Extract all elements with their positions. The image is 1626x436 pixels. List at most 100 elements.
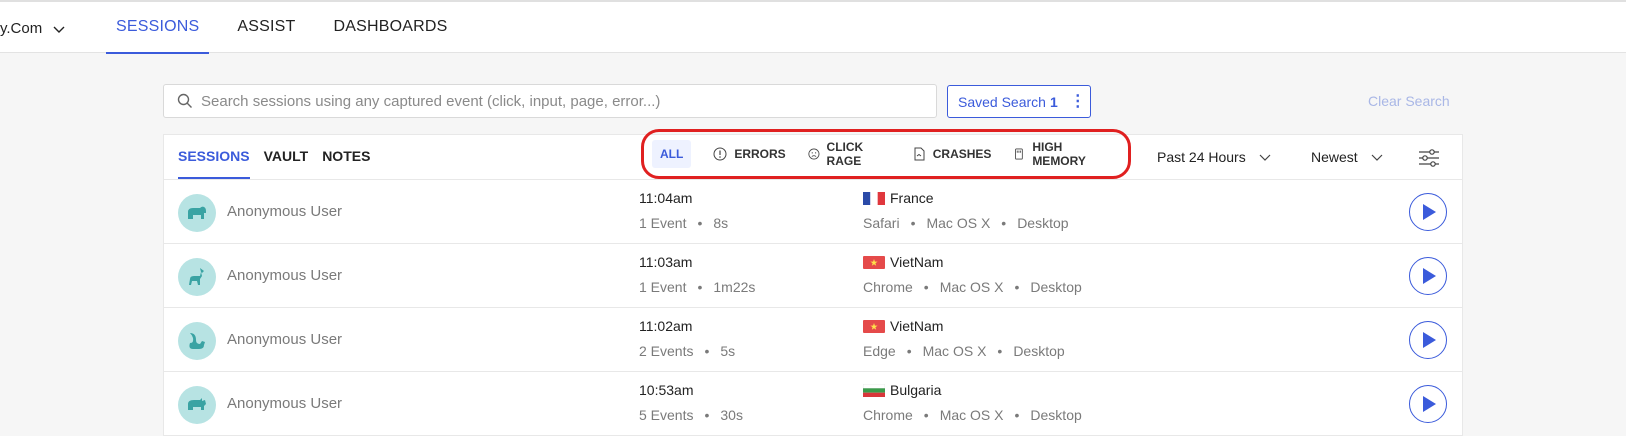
play-button[interactable] [1409,321,1447,359]
session-duration: 30s [720,407,743,423]
country-name: VietNam [890,254,944,270]
time-range-dropdown[interactable]: Past 24 Hours [1157,149,1272,165]
top-bar: y.Com SESSIONS ASSIST DASHBOARDS [0,0,1626,54]
user-name: Anonymous User [227,331,343,348]
vietnam-flag-icon [863,255,885,269]
play-icon [1423,332,1436,348]
browser: Safari [863,215,900,231]
frown-face-icon [808,148,820,160]
project-name: y.Com [0,20,43,37]
sort-dropdown[interactable]: Newest [1311,149,1384,165]
country-name: France [890,190,934,206]
filter-errors[interactable]: ERRORS [713,140,786,168]
device: Desktop [1013,343,1065,359]
chevron-down-icon [1371,154,1383,161]
memory-card-icon [1015,148,1024,160]
os: Mac OS X [922,343,987,359]
project-selector[interactable]: y.Com [0,20,66,37]
session-row[interactable]: Anonymous User 11:02am 2 Events • 5s Viet… [164,307,1462,371]
session-environment: Chrome • Mac OS X • Desktop [863,407,1082,423]
avatar [178,194,216,232]
play-icon [1423,396,1436,412]
saved-search-button[interactable]: Saved Search 1 ⋮ [947,85,1091,118]
session-row[interactable]: Anonymous User 11:04am 1 Event • 8s Franc… [164,179,1462,243]
session-time: 10:53am [639,382,694,398]
session-time: 11:04am [639,190,693,206]
search-input[interactable] [201,92,936,110]
filter-crashes[interactable]: CRASHES [912,140,992,168]
search-icon [177,93,192,108]
saved-search-count: 1 [1049,93,1058,110]
user-name: Anonymous User [227,395,343,412]
crash-file-icon [914,147,925,161]
session-duration: 5s [720,343,736,359]
play-button[interactable] [1409,257,1447,295]
play-button[interactable] [1409,193,1447,231]
filter-click-rage-label: CLICK RAGE [826,140,864,168]
list-tabs: SESSIONS VAULT NOTES [178,135,370,179]
sort-value: Newest [1311,149,1358,165]
rhino-icon [188,398,206,410]
session-duration: 8s [713,215,729,231]
sliders-settings-icon[interactable] [1418,148,1440,168]
filter-click-rage[interactable]: CLICK RAGE [808,140,890,168]
event-count: 5 Events [639,407,694,423]
nav-sessions[interactable]: SESSIONS [106,2,210,54]
filter-errors-label: ERRORS [734,147,786,161]
user-name: Anonymous User [227,267,343,284]
device: Desktop [1017,215,1069,231]
more-vertical-icon[interactable]: ⋮ [1070,93,1086,109]
session-meta: 1 Event • 8s [639,215,729,231]
country: Bulgaria [863,382,941,398]
time-range-value: Past 24 Hours [1157,149,1246,165]
filter-high-memory-label: HIGH MEMORY [1032,140,1086,168]
sessions-panel: SESSIONS VAULT NOTES ALL ERRORS CLICK RA… [163,129,1463,436]
browser: Edge [863,343,896,359]
chevron-down-icon [53,26,65,33]
session-row[interactable]: Anonymous User 10:53am 5 Events • 30s Bul… [164,371,1462,435]
session-environment: Safari • Mac OS X • Desktop [863,215,1069,231]
filter-all[interactable]: ALL [652,140,692,168]
session-time: 11:03am [639,254,693,270]
tab-notes[interactable]: NOTES [322,135,370,179]
avatar [178,386,216,424]
session-meta: 5 Events • 30s [639,407,743,423]
avatar [178,322,216,360]
chevron-down-icon [1259,154,1271,161]
exclamation-circle-icon [713,147,727,161]
horse-icon [189,268,204,285]
main-nav: SESSIONS ASSIST DASHBOARDS [106,2,476,54]
session-row[interactable]: Anonymous User 11:03am 1 Event • 1m22s Vi… [164,243,1462,307]
event-count: 1 Event [639,215,687,231]
session-environment: Edge • Mac OS X • Desktop [863,343,1065,359]
issue-filters-highlight: ALL ERRORS CLICK RAGE CRASHES HIGH MEMOR… [641,129,1131,179]
filter-crashes-label: CRASHES [932,147,992,161]
user-name: Anonymous User [227,203,343,220]
tab-vault[interactable]: VAULT [264,135,309,179]
session-meta: 1 Event • 1m22s [639,279,756,295]
session-environment: Chrome • Mac OS X • Desktop [863,279,1082,295]
filter-high-memory[interactable]: HIGH MEMORY [1013,140,1106,168]
filter-all-label: ALL [660,147,684,161]
saved-search-label: Saved Search [958,93,1046,110]
event-count: 2 Events [639,343,694,359]
vietnam-flag-icon [863,319,885,333]
country: VietNam [863,254,943,270]
nav-dashboards[interactable]: DASHBOARDS [324,2,458,54]
session-duration: 1m22s [713,279,756,295]
play-icon [1423,204,1436,220]
nav-assist[interactable]: ASSIST [227,2,305,54]
tab-sessions[interactable]: SESSIONS [178,135,250,179]
os: Mac OS X [926,215,991,231]
france-flag-icon [863,191,885,205]
session-time: 11:02am [639,318,693,334]
play-button[interactable] [1409,385,1447,423]
browser: Chrome [863,279,913,295]
session-meta: 2 Events • 5s [639,343,736,359]
bear-icon [188,206,206,219]
bulgaria-flag-icon [863,383,885,397]
device: Desktop [1030,407,1082,423]
clear-search-link[interactable]: Clear Search [1368,93,1450,109]
device: Desktop [1030,279,1082,295]
browser: Chrome [863,407,913,423]
